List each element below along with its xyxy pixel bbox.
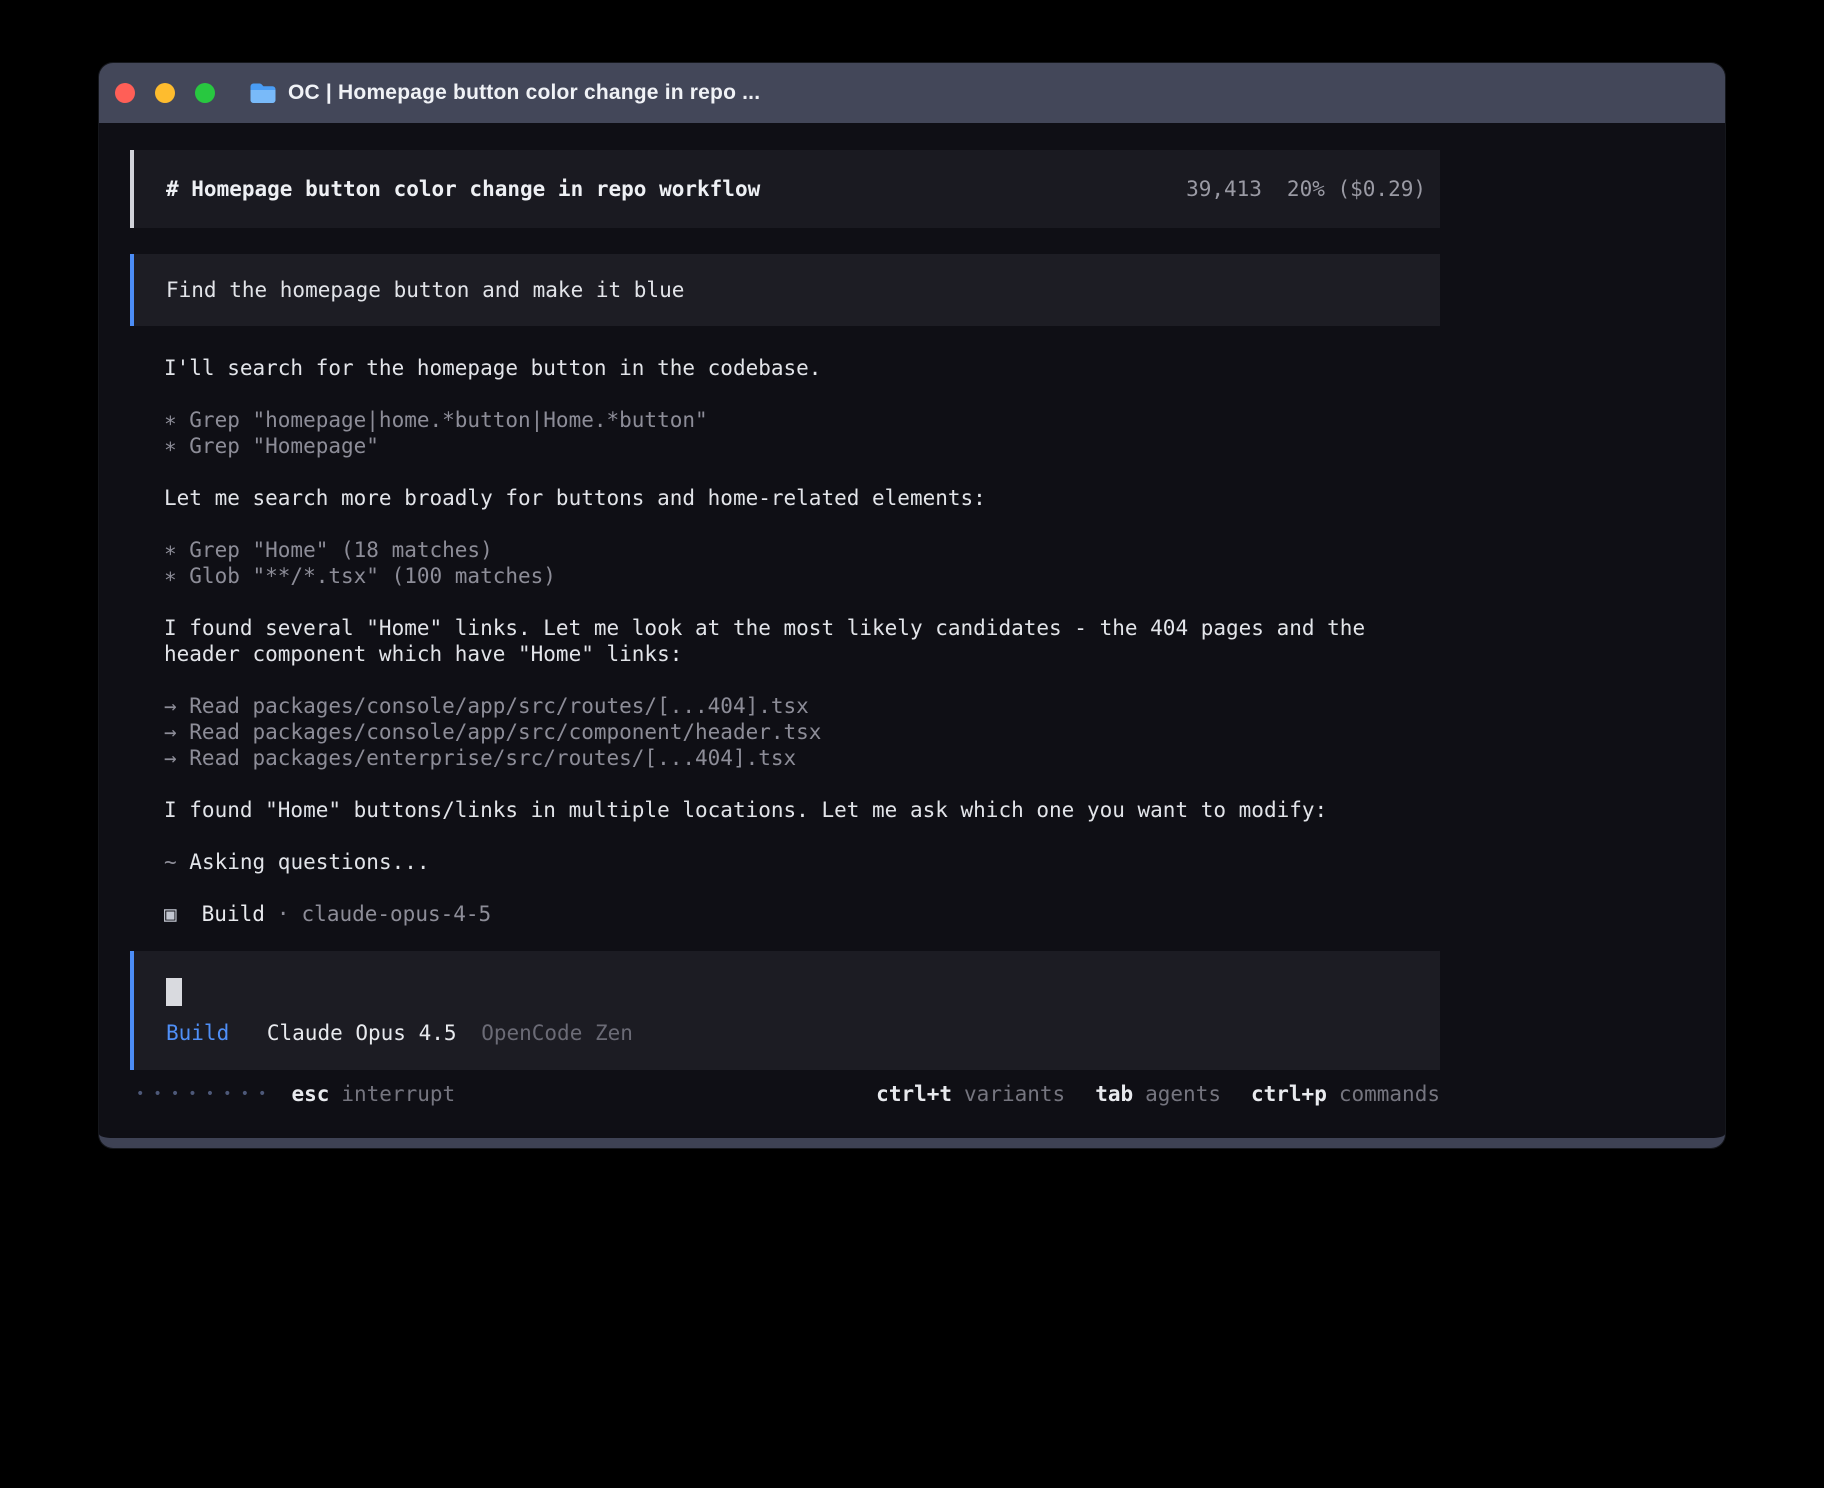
- statusbar-left: •••••••• esc interrupt: [130, 1081, 455, 1107]
- tool-call-group: → Read packages/console/app/src/routes/[…: [164, 693, 1440, 771]
- agent-mode-label: Build: [166, 1021, 229, 1045]
- keybind-key: tab: [1095, 1082, 1133, 1106]
- input-line[interactable]: [166, 978, 1408, 1006]
- zoom-button[interactable]: [195, 83, 215, 103]
- titlebar[interactable]: OC | Homepage button color change in rep…: [99, 63, 1725, 123]
- tool-call-line: ∗ Grep "Homepage": [164, 433, 1440, 459]
- user-message-text: Find the homepage button and make it blu…: [166, 278, 684, 302]
- esc-key-label: interrupt: [341, 1081, 455, 1107]
- model-label: Claude Opus 4.5: [267, 1021, 457, 1045]
- close-button[interactable]: [115, 83, 135, 103]
- tool-call-line: ∗ Grep "homepage|home.*button|Home.*butt…: [164, 407, 1440, 433]
- status-text: Asking questions...: [189, 850, 429, 874]
- agent-icon: ▣: [164, 901, 177, 927]
- keybind-hint: ctrl+t variants: [876, 1082, 1065, 1106]
- minimize-button[interactable]: [155, 83, 175, 103]
- session-header: # Homepage button color change in repo w…: [130, 150, 1440, 228]
- assistant-text: I found several "Home" links. Let me loo…: [164, 615, 1440, 667]
- keybind-hint: tab agents: [1095, 1082, 1221, 1106]
- tool-call-line: → Read packages/console/app/src/routes/[…: [164, 693, 1440, 719]
- assistant-text: Let me search more broadly for buttons a…: [164, 485, 1440, 511]
- keybind-label: agents: [1145, 1082, 1221, 1106]
- status-prefix: ~: [164, 850, 189, 874]
- token-count: 39,413: [1186, 176, 1262, 202]
- tool-call-line: ∗ Glob "**/*.tsx" (100 matches): [164, 563, 1440, 589]
- input-meta: Build Claude Opus 4.5 OpenCode Zen: [166, 1020, 1408, 1046]
- tool-call-group: ∗ Grep "Home" (18 matches)∗ Glob "**/*.t…: [164, 537, 1440, 589]
- tool-call-line: ∗ Grep "Home" (18 matches): [164, 537, 1440, 563]
- terminal-window: OC | Homepage button color change in rep…: [99, 63, 1725, 1148]
- assistant-text: I'll search for the homepage button in t…: [164, 355, 1440, 381]
- statusbar: •••••••• esc interrupt ctrl+t variants tab…: [130, 1081, 1440, 1107]
- terminal-content: # Homepage button color change in repo w…: [99, 123, 1725, 1138]
- prompt-input[interactable]: Build Claude Opus 4.5 OpenCode Zen: [130, 951, 1440, 1070]
- window-title: OC | Homepage button color change in rep…: [288, 81, 760, 104]
- statusbar-hints: ctrl+t variants tab agents ctrl+p commands: [846, 1081, 1440, 1107]
- text-cursor: [166, 978, 182, 1006]
- keybind-label: variants: [964, 1082, 1065, 1106]
- tool-call-line: → Read packages/console/app/src/componen…: [164, 719, 1440, 745]
- tool-status-line: ~ Asking questions...: [164, 849, 1440, 875]
- keybind-label: commands: [1339, 1082, 1440, 1106]
- tool-call-group: ∗ Grep "homepage|home.*button|Home.*butt…: [164, 407, 1440, 459]
- assistant-text: I found "Home" buttons/links in multiple…: [164, 797, 1440, 823]
- esc-key-hint: esc: [291, 1081, 329, 1107]
- context-usage: 20% ($0.29): [1287, 176, 1426, 202]
- tool-call-line: → Read packages/enterprise/src/routes/[.…: [164, 745, 1440, 771]
- agent-model: claude-opus-4-5: [302, 901, 492, 927]
- folder-icon: [249, 82, 276, 104]
- agent-name: Build: [202, 901, 265, 927]
- keybind-key: ctrl+p: [1251, 1082, 1327, 1106]
- provider-label: OpenCode Zen: [481, 1021, 633, 1045]
- keybind-hint: ctrl+p commands: [1251, 1082, 1440, 1106]
- user-message: Find the homepage button and make it blu…: [130, 254, 1440, 326]
- agent-separator: ·: [277, 901, 290, 927]
- agent-status-line: ▣ Build · claude-opus-4-5: [130, 901, 1725, 927]
- session-title: # Homepage button color change in repo w…: [166, 176, 760, 202]
- transcript: I'll search for the homepage button in t…: [130, 355, 1440, 875]
- session-stats: 39,413 20% ($0.29): [1186, 176, 1426, 202]
- spinner-dots: ••••••••: [136, 1081, 275, 1107]
- keybind-key: ctrl+t: [876, 1082, 952, 1106]
